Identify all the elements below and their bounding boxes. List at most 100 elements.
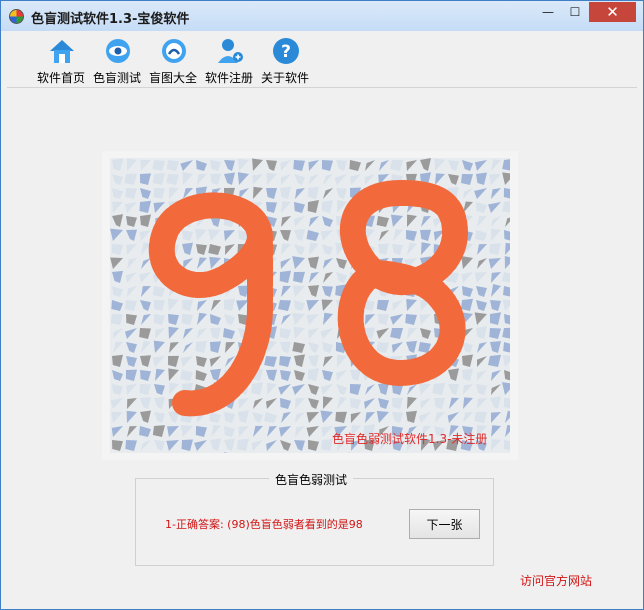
svg-text:?: ? xyxy=(281,42,291,62)
mosaic-tile xyxy=(126,356,137,367)
mosaic-tile xyxy=(110,257,123,269)
mosaic-tile xyxy=(336,272,347,283)
mosaic-tile xyxy=(295,426,305,437)
mosaic-tile xyxy=(405,314,417,325)
toolbar-item-home[interactable]: 软件首页 xyxy=(33,35,89,87)
mosaic-tile xyxy=(349,384,361,395)
mosaic-tile xyxy=(139,384,151,395)
mosaic-tile xyxy=(224,298,235,311)
mosaic-tile xyxy=(294,174,305,185)
maximize-button[interactable]: ☐ xyxy=(561,2,589,22)
mosaic-tile xyxy=(209,412,221,423)
mosaic-tile xyxy=(306,426,319,437)
mosaic-tile xyxy=(210,327,221,339)
mosaic-tile xyxy=(126,342,137,353)
toolbar: 软件首页 色盲测试 盲图大全 软件注册 ? 关于软件 xyxy=(7,31,637,87)
mosaic-tile xyxy=(390,314,403,325)
mosaic-tile xyxy=(196,160,207,171)
mosaic-tile xyxy=(335,411,347,423)
mosaic-tile xyxy=(264,412,277,423)
mosaic-tile xyxy=(266,202,277,213)
mosaic-tile xyxy=(418,412,431,423)
mosaic-tile xyxy=(407,242,417,255)
mosaic-tile xyxy=(180,356,193,367)
mosaic-tile xyxy=(323,312,333,325)
mosaic-tile xyxy=(181,314,193,325)
toolbar-item-color-test[interactable]: 色盲测试 xyxy=(89,35,145,87)
mosaic-tile xyxy=(309,174,319,185)
mosaic-tile xyxy=(321,160,333,171)
mosaic-tile xyxy=(127,158,137,171)
mosaic-tile xyxy=(281,216,291,227)
mosaic-tile xyxy=(491,284,501,297)
mosaic-tile xyxy=(197,257,207,269)
mosaic-tile xyxy=(406,160,417,171)
mosaic-tile xyxy=(225,244,235,255)
mosaic-tile xyxy=(320,410,333,423)
mosaic-tile xyxy=(196,356,207,367)
mosaic-tile xyxy=(393,229,403,241)
mosaic-tile xyxy=(308,285,319,297)
official-site-link[interactable]: 访问官方网站 xyxy=(520,572,592,589)
mosaic-tile xyxy=(111,426,123,437)
mosaic-tile xyxy=(281,285,291,297)
mosaic-tile xyxy=(112,158,123,171)
mosaic-tile xyxy=(169,342,179,353)
mosaic-tile xyxy=(251,382,263,395)
toolbar-item-gallery[interactable]: 盲图大全 xyxy=(145,35,201,87)
mosaic-tile xyxy=(210,314,221,325)
mosaic-tile xyxy=(502,200,510,213)
next-button[interactable]: 下一张 xyxy=(409,509,480,539)
toolbar-item-label: 关于软件 xyxy=(260,71,309,85)
minimize-button[interactable]: — xyxy=(535,2,561,22)
toolbar-divider xyxy=(7,87,637,88)
mosaic-tile xyxy=(364,174,375,185)
mosaic-tile xyxy=(152,425,165,437)
mosaic-tile xyxy=(476,384,487,395)
toolbar-item-register[interactable]: 软件注册 xyxy=(201,35,257,87)
mosaic-tile xyxy=(140,397,151,409)
mosaic-tile xyxy=(139,230,151,241)
mosaic-tile xyxy=(322,370,333,381)
mosaic-tile xyxy=(421,216,431,227)
mosaic-tile xyxy=(491,384,501,395)
mosaic-tile xyxy=(194,440,207,451)
mosaic-tile xyxy=(295,398,305,409)
mosaic-tile xyxy=(376,300,389,311)
mosaic-tile xyxy=(196,244,207,255)
mosaic-tile xyxy=(308,256,319,269)
close-button[interactable]: ✕ xyxy=(589,2,636,22)
plate-mosaic xyxy=(110,158,510,453)
mosaic-tile xyxy=(390,159,403,171)
mosaic-tile xyxy=(477,216,487,227)
mosaic-tile xyxy=(474,272,487,283)
mosaic-tile xyxy=(322,342,333,353)
mosaic-tile xyxy=(435,173,445,185)
mosaic-tile xyxy=(293,216,305,227)
mosaic-tile xyxy=(112,201,123,213)
mosaic-tile xyxy=(448,174,459,185)
mosaic-tile xyxy=(489,312,501,325)
mosaic-tile xyxy=(490,341,501,353)
mosaic-tile xyxy=(491,228,501,241)
unregistered-watermark: 色盲色弱测试软件1.3-未注册 xyxy=(332,432,488,446)
mosaic-tile xyxy=(461,174,473,185)
mosaic-tile xyxy=(322,216,333,227)
mosaic-tile xyxy=(292,312,305,325)
mosaic-tile xyxy=(253,425,263,437)
mosaic-tile xyxy=(294,229,305,241)
app-window: 色盲测试软件1.3-宝俊软件 — ☐ ✕ 软件首页 色盲测试 盲图大全 软件注册… xyxy=(0,0,644,610)
title-bar[interactable]: 色盲测试软件1.3-宝俊软件 — ☐ ✕ xyxy=(1,1,643,31)
mosaic-tile xyxy=(308,354,319,367)
mosaic-tile xyxy=(392,397,403,409)
toolbar-item-about[interactable]: ? 关于软件 xyxy=(257,35,313,87)
mosaic-tile xyxy=(253,398,263,409)
mosaic-tile xyxy=(477,370,487,381)
mosaic-tile xyxy=(127,258,137,269)
mosaic-tile xyxy=(180,370,193,381)
mosaic-tile xyxy=(280,174,291,185)
mosaic-tile xyxy=(110,228,123,241)
mosaic-tile xyxy=(238,398,249,409)
mosaic-tile xyxy=(378,383,389,395)
mosaic-tile xyxy=(502,382,510,395)
